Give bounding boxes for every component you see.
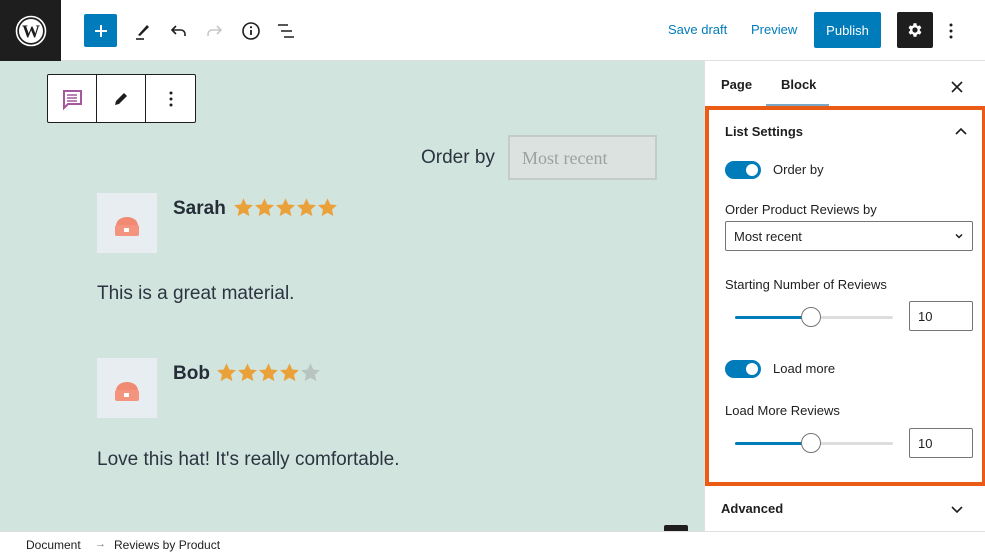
load-more-toggle-label: Load more (773, 361, 836, 376)
star-filled-icon (259, 363, 278, 382)
product-thumbnail (97, 193, 157, 253)
preview-button[interactable]: Preview (751, 22, 797, 37)
add-block-button[interactable] (84, 14, 117, 47)
star-filled-icon (280, 363, 299, 382)
list-view-icon (277, 23, 294, 38)
wordpress-logo-button[interactable]: W (0, 0, 61, 61)
edit-icon (115, 92, 127, 105)
star-filled-icon (276, 198, 295, 217)
starting-reviews-input[interactable]: 10 (909, 301, 973, 331)
load-more-reviews-label: Load More Reviews (725, 403, 840, 418)
star-filled-icon (234, 198, 253, 217)
chevron-up-icon[interactable] (953, 124, 969, 140)
publish-button[interactable]: Publish (814, 12, 881, 48)
editor-top-bar: W Save draft Preview Publish (0, 0, 985, 61)
save-draft-button[interactable]: Save draft (668, 22, 727, 37)
sidebar-tabs: Page Block (705, 61, 985, 107)
more-options-icon (169, 91, 172, 106)
tab-block[interactable]: Block (781, 77, 816, 92)
reviewer-name: Bob (173, 363, 210, 384)
order-reviews-by-label: Order Product Reviews by (725, 202, 877, 217)
beanie-hat-icon (115, 382, 139, 401)
load-more-reviews-slider[interactable] (735, 432, 893, 454)
advanced-panel-title[interactable]: Advanced (721, 501, 783, 516)
edit-button[interactable] (97, 75, 146, 122)
plus-icon (94, 24, 107, 37)
pencil-icon (135, 24, 149, 40)
breadcrumb-separator: → (95, 538, 106, 550)
order-by-toggle[interactable] (725, 161, 761, 179)
order-reviews-by-select[interactable]: Most recent (725, 221, 973, 251)
block-breadcrumb-bar: Document → Reviews by Product (0, 531, 985, 556)
order-by-toggle-label: Order by (773, 162, 824, 177)
slider-handle[interactable] (800, 433, 821, 453)
redo-icon (206, 24, 222, 36)
star-filled-icon (255, 198, 274, 217)
svg-text:W: W (22, 21, 40, 41)
chevron-down-icon[interactable] (949, 501, 965, 517)
list-view-button[interactable] (269, 14, 302, 47)
wordpress-logo-icon: W (15, 15, 46, 46)
block-options-button[interactable] (146, 75, 195, 122)
star-filled-icon (238, 363, 257, 382)
settings-sidebar: Page Block List Settings Order by Order … (704, 61, 985, 531)
product-thumbnail (97, 358, 157, 418)
star-empty-icon (301, 363, 320, 382)
starting-reviews-label: Starting Number of Reviews (725, 277, 887, 292)
star-rating (216, 362, 321, 383)
starting-reviews-slider[interactable] (735, 306, 893, 328)
advanced-panel[interactable]: Advanced (705, 486, 985, 531)
order-reviews-by-value: Most recent (734, 229, 802, 244)
list-settings-title[interactable]: List Settings (725, 124, 803, 139)
order-by-label: Order by (421, 147, 495, 168)
editor-canvas[interactable]: Order by Most recent Sarah This is a gre… (0, 61, 704, 531)
gear-icon (908, 23, 922, 37)
review-text: Love this hat! It's really comfortable. (97, 449, 400, 470)
info-icon (241, 21, 260, 40)
review-text: This is a great material. (97, 283, 295, 304)
reviewer-name: Sarah (173, 198, 226, 219)
settings-button[interactable] (897, 12, 933, 48)
undo-icon (170, 24, 186, 36)
close-sidebar-button[interactable] (945, 75, 969, 99)
block-toolbar (47, 74, 196, 123)
list-settings-panel: List Settings Order by Order Product Rev… (705, 106, 985, 486)
chevron-down-icon (955, 233, 963, 239)
undo-button[interactable] (162, 14, 195, 47)
block-type-button[interactable] (48, 75, 97, 122)
close-icon (951, 81, 963, 93)
slider-handle[interactable] (800, 307, 821, 327)
star-rating (233, 197, 338, 218)
slider-fill (735, 442, 811, 445)
order-by-select[interactable]: Most recent (508, 135, 657, 180)
load-more-reviews-input[interactable]: 10 (909, 428, 973, 458)
beanie-hat-icon (115, 217, 139, 236)
slider-fill (735, 316, 811, 319)
breadcrumb-reviews-by-product[interactable]: Reviews by Product (114, 538, 220, 552)
star-filled-icon (297, 198, 316, 217)
load-more-toggle[interactable] (725, 360, 761, 378)
star-filled-icon (318, 198, 337, 217)
reviews-block-icon (63, 89, 82, 110)
redo-button[interactable] (197, 14, 230, 47)
tab-page[interactable]: Page (721, 77, 752, 92)
more-vertical-icon (949, 23, 953, 38)
details-button[interactable] (234, 14, 267, 47)
breadcrumb-document[interactable]: Document (26, 538, 81, 552)
tools-button[interactable] (126, 14, 159, 47)
options-menu-button[interactable] (940, 14, 962, 47)
star-filled-icon (217, 363, 236, 382)
